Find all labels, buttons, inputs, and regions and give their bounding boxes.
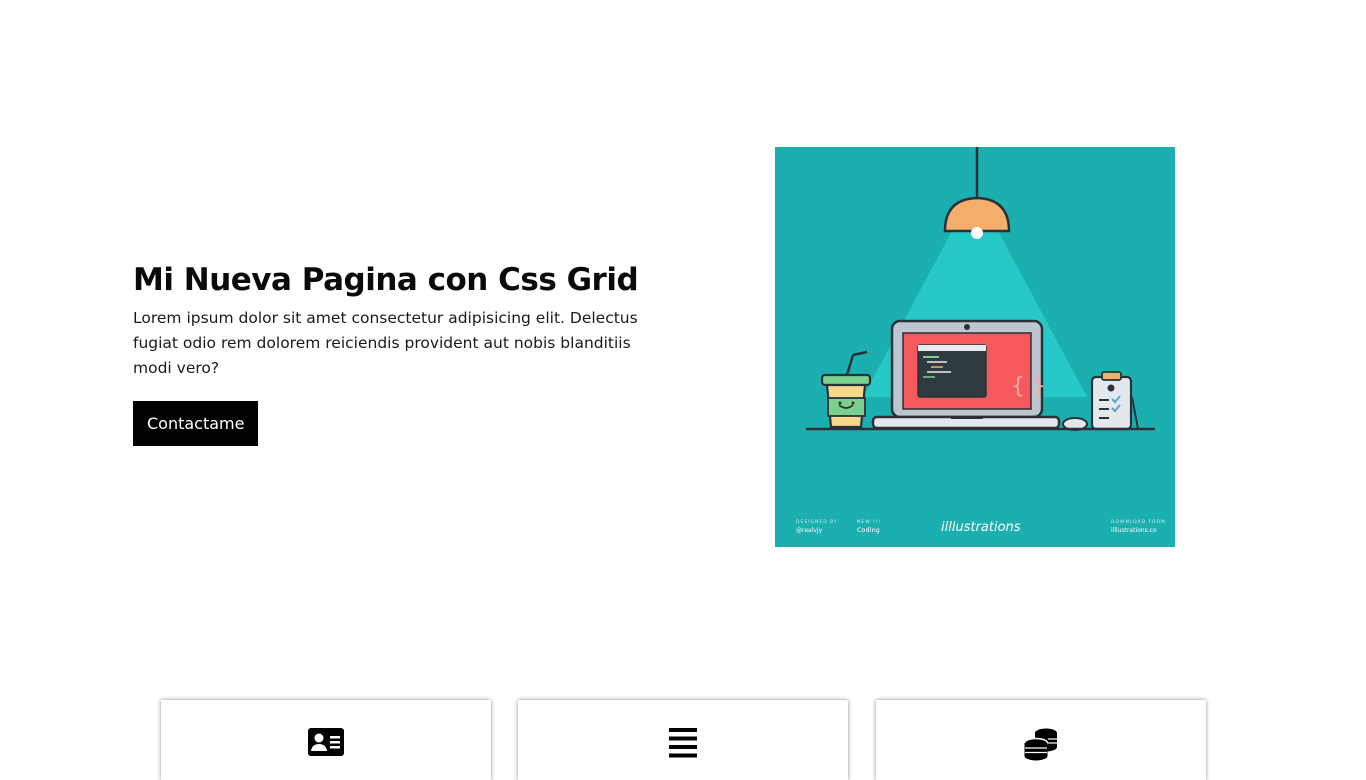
bars-icon [669,728,697,758]
svg-text:{ }: { } [1011,374,1046,399]
feature-card-contact [161,700,491,780]
contact-button[interactable]: Contactame [133,401,259,446]
hero-description: Lorem ipsum dolor sit amet consectetur a… [133,309,638,377]
feature-card-coins [876,700,1206,780]
id-card-icon [308,728,344,756]
coding-illustration: { } DESIGNED BY @realvjy NEW !!! Coding … [775,147,1175,547]
hero-text: Mi Nueva Pagina con Css Grid Lorem ipsum… [133,258,673,446]
hero-title: Mi Nueva Pagina con Css Grid [133,262,639,298]
designed-by-label: DESIGNED BY [796,519,838,525]
download-value: illlustrations.co [1111,527,1157,534]
designed-by-value: @realvjy [796,527,823,534]
download-label: DOWNLOAD FROM [1111,519,1166,525]
category-label: NEW !!! [857,519,882,525]
coins-icon [1024,728,1057,761]
category-value: Coding [857,526,880,534]
brand-logo: illlustrations [941,520,1021,535]
feature-card-menu [518,700,848,780]
